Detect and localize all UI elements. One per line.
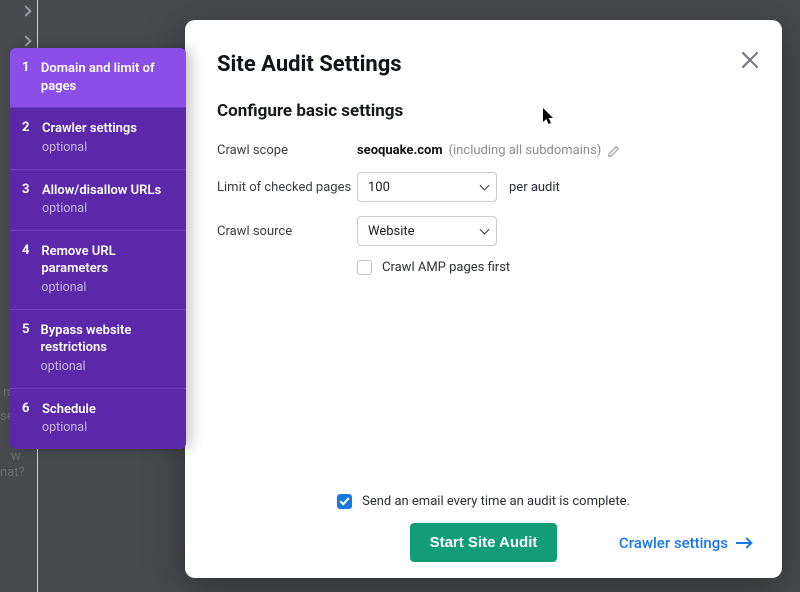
step-title: Remove URL parameters bbox=[41, 243, 176, 278]
source-label: Crawl source bbox=[217, 224, 357, 239]
amp-row: Crawl AMP pages first bbox=[357, 260, 750, 275]
step-allow-disallow[interactable]: 3 Allow/disallow URLs optional bbox=[10, 170, 186, 231]
modal-subtitle: Configure basic settings bbox=[217, 101, 750, 121]
step-number: 3 bbox=[22, 182, 32, 218]
limit-row: Limit of checked pages 100 per audit bbox=[217, 172, 750, 202]
source-select-value: Website bbox=[368, 224, 415, 239]
close-button[interactable] bbox=[740, 50, 762, 72]
limit-select[interactable]: 100 bbox=[357, 172, 497, 202]
step-crawler-settings[interactable]: 2 Crawler settings optional bbox=[10, 108, 186, 169]
crawler-settings-link[interactable]: Crawler settings bbox=[619, 534, 750, 552]
chevron-down-icon bbox=[480, 225, 490, 235]
crawl-scope-note: (including all subdomains) bbox=[449, 143, 602, 158]
form-body: Crawl scope seoquake.com (including all … bbox=[217, 143, 750, 494]
close-icon bbox=[740, 50, 760, 70]
bg-chevron-icon bbox=[20, 5, 31, 16]
bg-text: w bbox=[11, 449, 21, 466]
email-row: Send an email every time an audit is com… bbox=[337, 494, 630, 509]
step-domain-limit[interactable]: 1 Domain and limit of pages bbox=[10, 48, 186, 108]
step-optional: optional bbox=[42, 201, 161, 218]
chevron-down-icon bbox=[480, 181, 490, 191]
amp-checkbox-label: Crawl AMP pages first bbox=[382, 260, 510, 275]
limit-label: Limit of checked pages bbox=[217, 180, 357, 195]
crawler-settings-link-label: Crawler settings bbox=[619, 534, 728, 552]
crawl-scope-domain: seoquake.com bbox=[357, 143, 443, 158]
step-schedule[interactable]: 6 Schedule optional bbox=[10, 389, 186, 449]
step-optional: optional bbox=[42, 140, 137, 157]
limit-select-value: 100 bbox=[368, 180, 390, 195]
step-number: 6 bbox=[22, 401, 32, 437]
amp-checkbox[interactable] bbox=[357, 260, 372, 275]
source-select[interactable]: Website bbox=[357, 216, 497, 246]
check-icon bbox=[339, 496, 350, 507]
step-title: Crawler settings bbox=[42, 120, 137, 138]
step-number: 4 bbox=[22, 243, 31, 297]
crawl-scope-label: Crawl scope bbox=[217, 143, 357, 158]
start-audit-button[interactable]: Start Site Audit bbox=[410, 523, 558, 562]
step-title: Allow/disallow URLs bbox=[42, 182, 161, 200]
step-title: Bypass website restrictions bbox=[40, 322, 176, 357]
step-number: 2 bbox=[22, 120, 32, 156]
crawl-source-row: Crawl source Website bbox=[217, 216, 750, 246]
bg-text: nat? bbox=[0, 465, 25, 482]
step-optional: optional bbox=[42, 420, 96, 437]
bg-chevron-icon bbox=[20, 35, 31, 46]
step-number: 1 bbox=[22, 60, 31, 95]
modal-content: Site Audit Settings Configure basic sett… bbox=[185, 20, 782, 578]
pencil-icon bbox=[607, 144, 621, 158]
step-number: 5 bbox=[22, 322, 30, 376]
crawl-scope-value: seoquake.com (including all subdomains) bbox=[357, 143, 621, 158]
email-checkbox[interactable] bbox=[337, 494, 352, 509]
step-remove-url-params[interactable]: 4 Remove URL parameters optional bbox=[10, 231, 186, 310]
edit-scope-button[interactable] bbox=[607, 144, 621, 158]
step-optional: optional bbox=[41, 280, 176, 297]
settings-stepper: 1 Domain and limit of pages 2 Crawler se… bbox=[10, 48, 186, 449]
step-title: Domain and limit of pages bbox=[41, 60, 176, 95]
modal-footer: Send an email every time an audit is com… bbox=[217, 494, 750, 564]
arrow-right-icon bbox=[736, 542, 750, 544]
step-optional: optional bbox=[40, 359, 176, 376]
email-checkbox-label: Send an email every time an audit is com… bbox=[362, 494, 630, 509]
crawl-scope-row: Crawl scope seoquake.com (including all … bbox=[217, 143, 750, 158]
modal-title: Site Audit Settings bbox=[217, 52, 750, 77]
step-title: Schedule bbox=[42, 401, 96, 419]
settings-modal: Site Audit Settings Configure basic sett… bbox=[185, 20, 782, 578]
limit-suffix: per audit bbox=[509, 180, 560, 195]
step-bypass-restrictions[interactable]: 5 Bypass website restrictions optional bbox=[10, 310, 186, 389]
